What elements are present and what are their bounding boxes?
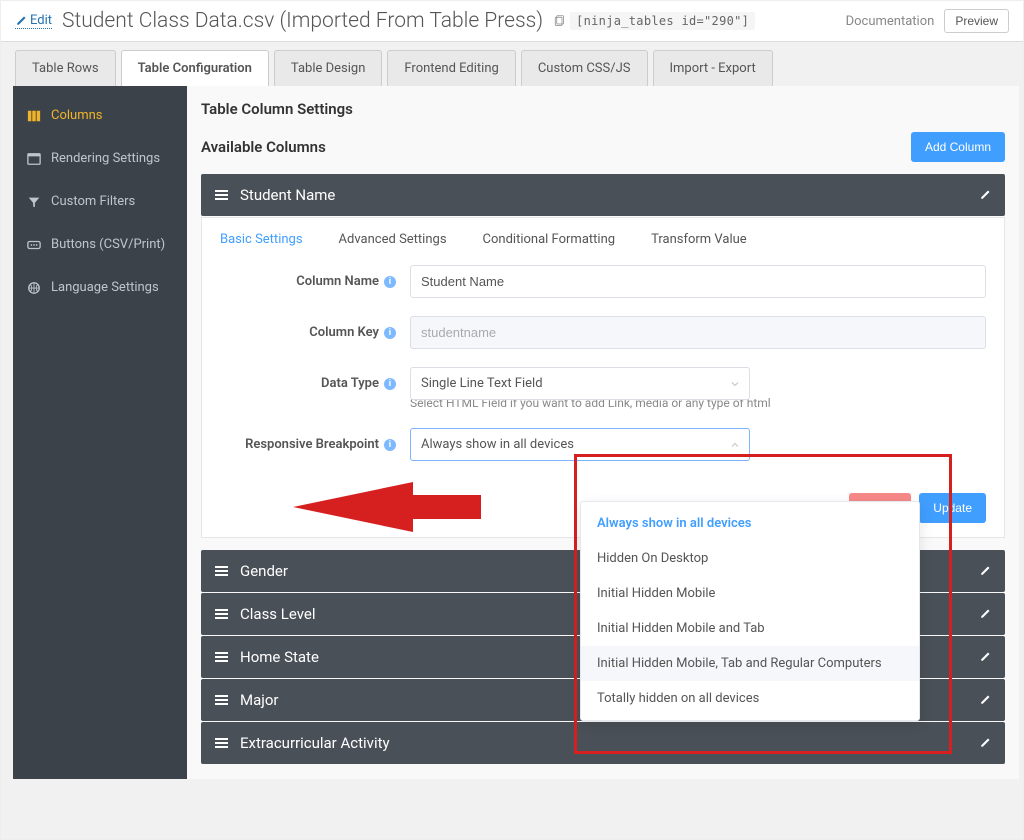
edit-column-icon[interactable] [979,189,991,201]
language-icon [27,281,41,295]
breakpoint-option[interactable]: Initial Hidden Mobile, Tab and Regular C… [581,646,919,681]
drag-handle-icon[interactable] [215,652,228,662]
main-tabs: Table RowsTable ConfigurationTable Desig… [1,42,1023,86]
tab-table-rows[interactable]: Table Rows [15,50,116,86]
info-icon[interactable]: i [384,378,396,390]
breakpoint-dropdown: Always show in all devicesHidden On Desk… [580,501,920,721]
copy-icon [553,15,565,27]
tab-table-design[interactable]: Table Design [274,50,382,86]
update-button[interactable]: Update [919,493,986,523]
subtab-conditional-formatting[interactable]: Conditional Formatting [483,232,616,247]
column-header-label: Student Name [240,186,335,204]
info-icon[interactable]: i [384,276,396,288]
edit-column-icon[interactable] [979,737,991,749]
tab-import-export[interactable]: Import - Export [653,50,773,86]
data-type-value: Single Line Text Field [421,376,543,391]
sidebar-item-rendering-settings[interactable]: Rendering Settings [13,137,187,180]
drag-handle-icon[interactable] [215,609,228,619]
column-header-student-name[interactable]: Student Name [201,174,1005,216]
render-icon [27,152,41,166]
page-title: Student Class Data.csv (Imported From Ta… [62,9,543,33]
buttons-icon [27,238,41,252]
column-header-label: Class Level [240,605,315,623]
column-header-label: Major [240,691,278,709]
edit-column-icon[interactable] [979,694,991,706]
column-subtabs: Basic Settings Advanced Settings Condition… [220,232,986,247]
column-header-label: Gender [240,562,288,580]
column-name-label: Column Namei [220,274,396,289]
add-column-button[interactable]: Add Column [911,132,1005,162]
tab-custom-css-js[interactable]: Custom CSS/JS [521,50,648,86]
data-type-select[interactable]: Single Line Text Field [410,367,750,400]
column-name-input[interactable] [410,265,986,298]
subtab-transform-value[interactable]: Transform Value [651,232,747,247]
breakpoint-option[interactable]: Hidden On Desktop [581,541,919,576]
shortcode-copy[interactable]: [ninja_tables id="290"] [553,12,755,30]
edit-column-icon[interactable] [979,651,991,663]
drag-handle-icon[interactable] [215,695,228,705]
sidebar-item-label: Buttons (CSV/Print) [51,237,165,252]
edit-column-icon[interactable] [979,608,991,620]
edit-column-icon[interactable] [979,565,991,577]
edit-link[interactable]: Edit [15,13,52,29]
columns-icon [27,109,41,123]
sidebar-item-label: Columns [51,108,103,123]
column-header-label: Extracurricular Activity [240,734,390,752]
sidebar-item-language-settings[interactable]: Language Settings [13,266,187,309]
column-key-input [410,316,986,349]
subtab-basic-settings[interactable]: Basic Settings [220,232,303,247]
filter-icon [27,195,41,209]
tab-frontend-editing[interactable]: Frontend Editing [387,50,515,86]
sidebar-item-columns[interactable]: Columns [13,94,187,137]
sidebar: Columns Rendering Settings Custom Filters B… [13,86,187,779]
breakpoint-option[interactable]: Always show in all devices [581,506,919,541]
drag-handle-icon[interactable] [215,190,228,200]
data-type-label: Data Typei [220,376,396,391]
sidebar-item-buttons-csv-print-[interactable]: Buttons (CSV/Print) [13,223,187,266]
breakpoint-select[interactable]: Always show in all devices [410,428,750,461]
subtab-advanced-settings[interactable]: Advanced Settings [339,232,447,247]
info-icon[interactable]: i [384,439,396,451]
shortcode-text: [ninja_tables id="290"] [570,12,755,30]
edit-link-label: Edit [30,13,52,28]
sidebar-item-label: Custom Filters [51,194,135,209]
drag-handle-icon[interactable] [215,738,228,748]
breakpoint-option[interactable]: Initial Hidden Mobile [581,576,919,611]
preview-button[interactable]: Preview [944,9,1009,33]
column-header-extracurricular-activity[interactable]: Extracurricular Activity [201,722,1005,764]
column-key-label: Column Keyi [220,325,396,340]
chevron-up-icon [729,439,741,451]
sidebar-item-label: Language Settings [51,280,159,295]
pencil-icon [15,15,27,27]
sidebar-item-label: Rendering Settings [51,151,160,166]
available-columns-title: Available Columns [201,138,326,156]
breakpoint-label: Responsive Breakpointi [220,437,396,452]
drag-handle-icon[interactable] [215,566,228,576]
breakpoint-value: Always show in all devices [421,437,574,452]
column-header-label: Home State [240,648,319,666]
sidebar-item-custom-filters[interactable]: Custom Filters [13,180,187,223]
tab-table-configuration[interactable]: Table Configuration [121,50,269,86]
info-icon[interactable]: i [384,327,396,339]
section-title: Table Column Settings [201,100,1005,118]
arrow-annotation [293,477,483,537]
breakpoint-option[interactable]: Totally hidden on all devices [581,681,919,716]
chevron-down-icon [729,378,741,390]
documentation-link[interactable]: Documentation [846,14,935,29]
breakpoint-option[interactable]: Initial Hidden Mobile and Tab [581,611,919,646]
